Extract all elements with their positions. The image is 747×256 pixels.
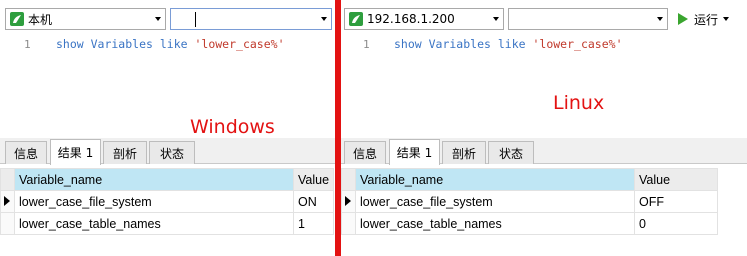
left-toolbar: 本机 xyxy=(0,0,335,34)
red-divider-line xyxy=(335,0,341,256)
table-row[interactable]: lower_case_table_names 0 xyxy=(341,212,718,235)
connection-icon xyxy=(10,12,24,26)
sql-keyword: show Variables like xyxy=(56,37,195,51)
tab-profile[interactable]: 剖析 xyxy=(442,141,486,164)
right-connection-select[interactable]: 192.168.1.200 xyxy=(344,8,504,30)
chevron-down-icon[interactable] xyxy=(151,17,165,21)
table-row[interactable]: lower_case_file_system ON xyxy=(0,190,335,213)
left-sql-editor[interactable]: 1 show Variables like 'lower_case%' xyxy=(0,34,335,138)
row-indicator-header xyxy=(341,168,356,191)
right-sql-editor[interactable]: 1 show Variables like 'lower_case%' xyxy=(341,34,747,138)
current-row-arrow-icon xyxy=(345,195,351,206)
left-query-pane: 本机 1 show Variables like 'lower_case%' 信… xyxy=(0,0,335,256)
column-header-value[interactable]: Value xyxy=(634,168,718,191)
row-indicator xyxy=(341,190,356,213)
column-header-value[interactable]: Value xyxy=(292,168,335,191)
run-button[interactable]: 运行 xyxy=(678,8,730,30)
table-cell[interactable]: 0 xyxy=(634,212,718,235)
table-cell[interactable]: lower_case_table_names xyxy=(14,212,294,235)
table-row[interactable]: lower_case_table_names 1 xyxy=(0,212,335,235)
table-header-row: Variable_name Value xyxy=(0,168,335,191)
right-result-grid: Variable_name Value lower_case_file_syst… xyxy=(341,168,747,256)
sql-keyword: show Variables like xyxy=(394,37,533,51)
tab-status[interactable]: 状态 xyxy=(488,141,534,164)
tab-info[interactable]: 信息 xyxy=(344,141,386,164)
right-query-pane: 192.168.1.200 运行 1 show Variables like '… xyxy=(341,0,747,256)
left-connection-select[interactable]: 本机 xyxy=(5,8,166,30)
table-header-row: Variable_name Value xyxy=(341,168,718,191)
current-row-arrow-icon xyxy=(4,195,10,206)
row-indicator-header xyxy=(0,168,15,191)
table-cell[interactable]: OFF xyxy=(634,190,718,213)
left-connection-value: 本机 xyxy=(28,12,53,27)
tab-status[interactable]: 状态 xyxy=(149,141,195,164)
right-result-table: Variable_name Value lower_case_file_syst… xyxy=(341,168,718,235)
row-indicator xyxy=(341,212,356,235)
chevron-down-icon[interactable] xyxy=(317,17,331,21)
line-number: 1 xyxy=(363,38,370,51)
line-gutter xyxy=(0,34,44,138)
sql-code-line[interactable]: show Variables like 'lower_case%' xyxy=(56,37,285,51)
table-cell[interactable]: ON xyxy=(292,190,335,213)
table-row[interactable]: lower_case_file_system OFF xyxy=(341,190,718,213)
connection-icon xyxy=(349,12,363,26)
column-header-variable-name[interactable]: Variable_name xyxy=(355,168,635,191)
chevron-down-icon[interactable] xyxy=(489,17,503,21)
play-icon xyxy=(678,13,688,25)
tab-result-1[interactable]: 结果 1 xyxy=(389,139,440,165)
right-result-tabs: 信息 结果 1 剖析 状态 xyxy=(341,138,747,165)
right-toolbar: 192.168.1.200 运行 xyxy=(341,0,747,34)
column-header-variable-name[interactable]: Variable_name xyxy=(14,168,294,191)
sql-string: 'lower_case%' xyxy=(532,37,623,51)
chevron-down-icon[interactable] xyxy=(653,17,667,21)
sql-code-line[interactable]: show Variables like 'lower_case%' xyxy=(394,37,623,51)
run-label: 运行 xyxy=(694,12,719,27)
sql-string: 'lower_case%' xyxy=(194,37,285,51)
right-connection-value: 192.168.1.200 xyxy=(367,12,455,26)
right-database-select[interactable] xyxy=(508,8,668,30)
linux-annotation: Linux xyxy=(553,92,605,114)
table-cell[interactable]: lower_case_file_system xyxy=(14,190,294,213)
table-cell[interactable]: 1 xyxy=(292,212,335,235)
table-cell[interactable]: lower_case_file_system xyxy=(355,190,635,213)
row-indicator xyxy=(0,190,15,213)
left-result-table: Variable_name Value lower_case_file_syst… xyxy=(0,168,335,235)
left-database-select[interactable] xyxy=(170,8,332,30)
left-result-grid: Variable_name Value lower_case_file_syst… xyxy=(0,168,335,256)
tab-profile[interactable]: 剖析 xyxy=(103,141,147,164)
text-caret xyxy=(195,11,196,27)
chevron-down-icon[interactable] xyxy=(723,17,730,21)
line-number: 1 xyxy=(24,38,31,51)
windows-annotation: Windows xyxy=(190,116,275,138)
row-indicator xyxy=(0,212,15,235)
tab-info[interactable]: 信息 xyxy=(5,141,47,164)
table-cell[interactable]: lower_case_table_names xyxy=(355,212,635,235)
tab-result-1[interactable]: 结果 1 xyxy=(50,139,101,165)
left-result-tabs: 信息 结果 1 剖析 状态 xyxy=(0,138,335,165)
